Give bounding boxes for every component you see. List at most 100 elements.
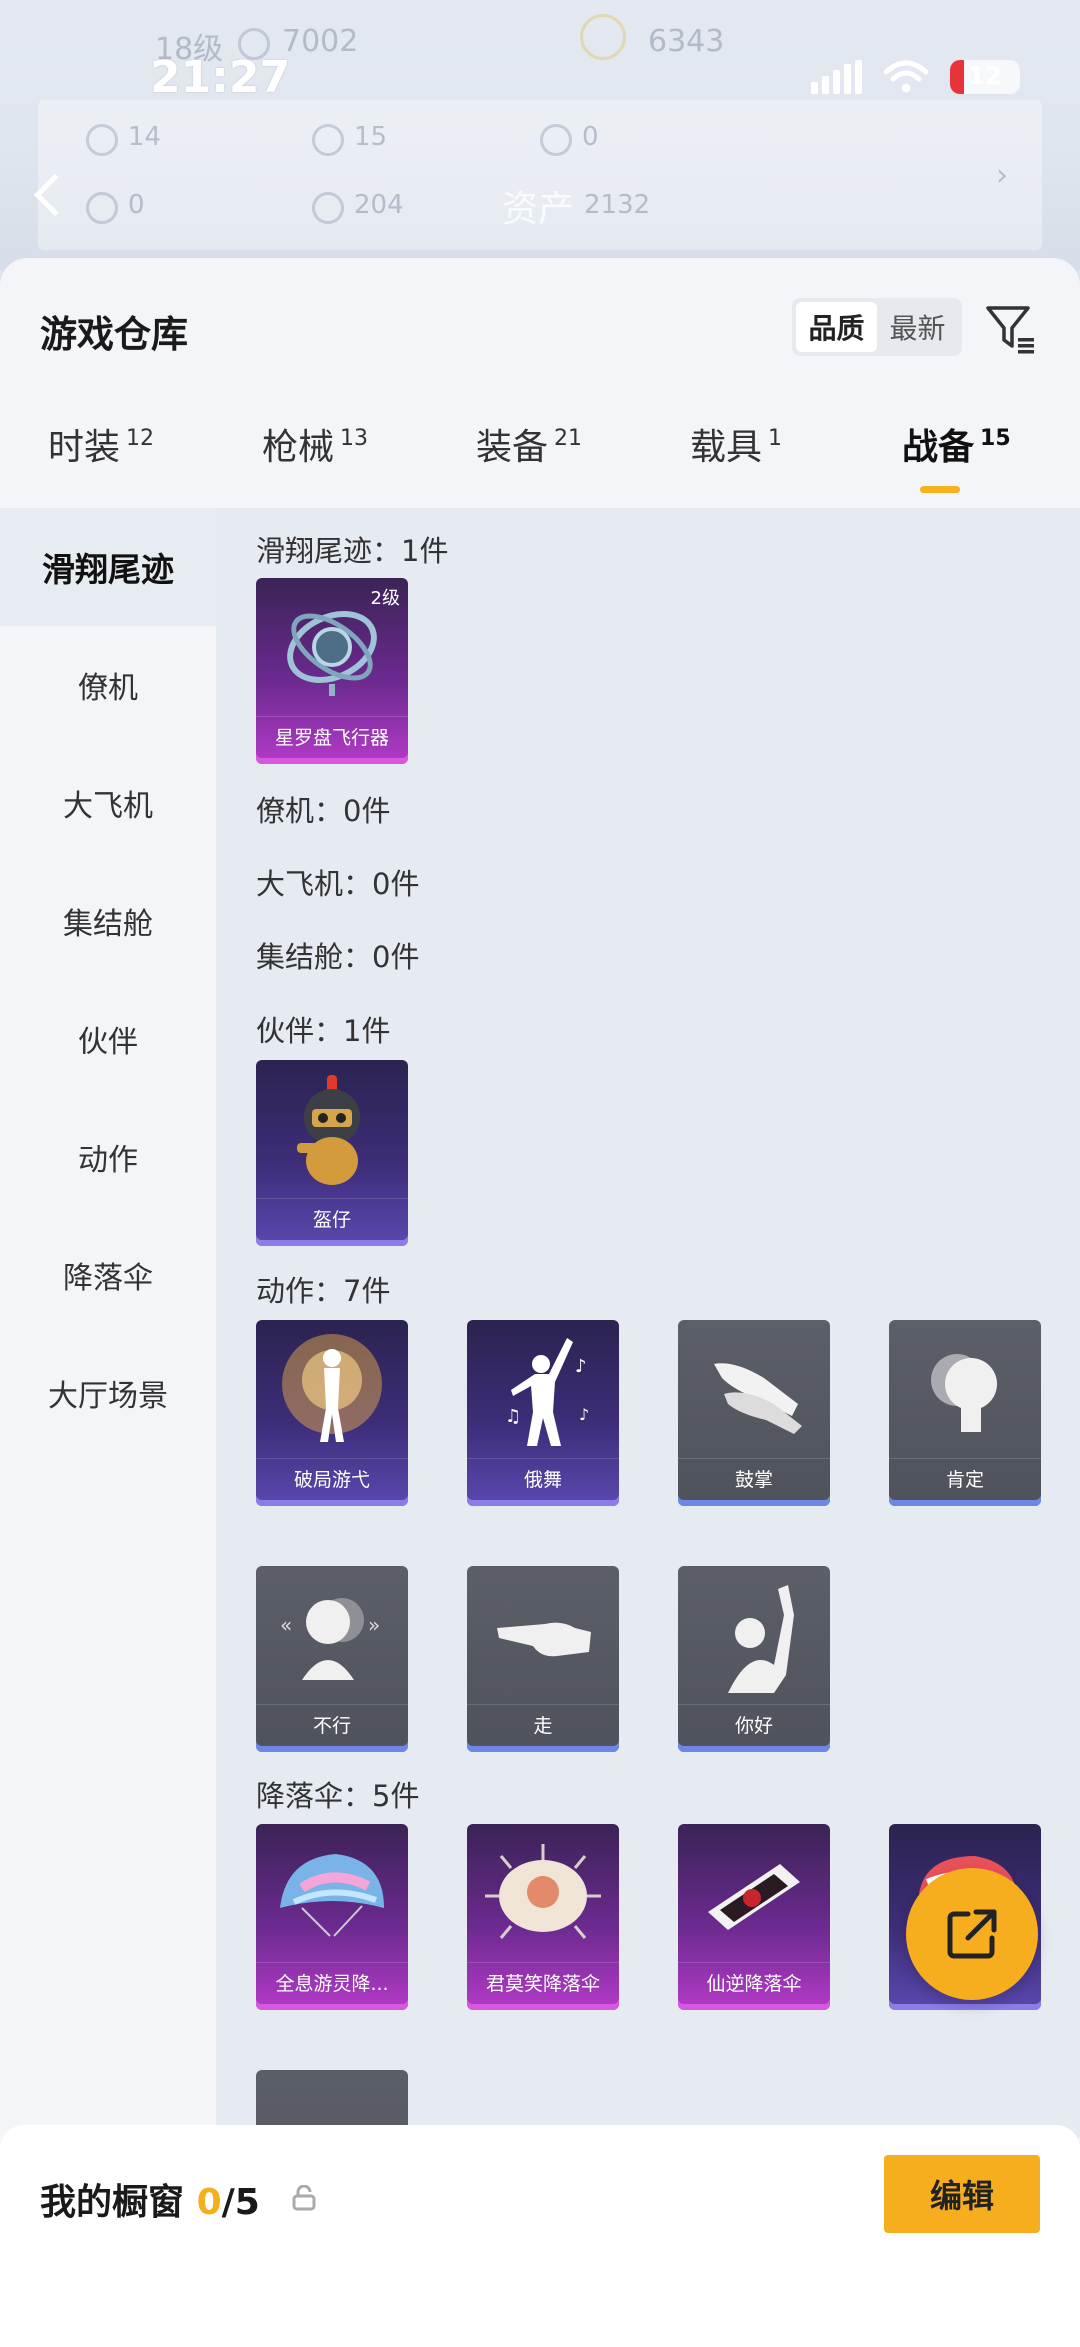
item-level: 2级: [370, 588, 400, 609]
item-name: 鼓掌: [678, 1458, 830, 1498]
item-card[interactable]: 鼓掌: [678, 1320, 830, 1506]
sort-newest-button[interactable]: 最新: [877, 302, 958, 352]
section-title-wingman: 僚机：0件: [256, 794, 391, 828]
stat-icon: [540, 124, 572, 156]
assets-value: 2132: [584, 190, 651, 220]
page-title: 游戏仓库: [40, 313, 188, 356]
svg-text:♪: ♪: [575, 1356, 587, 1377]
showcase-count-total: /5: [221, 2182, 260, 2223]
stat-value: 14: [128, 122, 162, 152]
golden-dancer-icon: [256, 1320, 408, 1458]
item-name: 仙逆降落伞: [678, 1962, 830, 2002]
sort-toggle: 品质 最新: [792, 298, 962, 356]
stat-icon: [312, 192, 344, 224]
flame-icon: [580, 14, 626, 60]
sort-quality-button[interactable]: 品质: [796, 302, 877, 352]
item-card[interactable]: 盔仔: [256, 1060, 408, 1246]
section-title-plane: 大飞机：0件: [256, 867, 420, 901]
wifi-icon: [884, 60, 928, 93]
stat-value: 204: [354, 190, 404, 220]
score-value: 6343: [648, 24, 725, 59]
item-name: 星罗盘飞行器: [256, 716, 408, 756]
item-name: 你好: [678, 1704, 830, 1744]
battery-icon: 12: [950, 60, 1020, 94]
sidebar-item-plane[interactable]: 大飞机: [0, 744, 216, 862]
signal-icon: [811, 60, 862, 94]
tab-weapons[interactable]: 枪械 13: [262, 418, 368, 470]
sidebar-item-lobby-scene[interactable]: 大厅场景: [0, 1334, 216, 1452]
item-name: 走: [467, 1704, 619, 1744]
coin-value: 7002: [282, 24, 359, 59]
stat-value: 0: [128, 190, 145, 220]
head-shake-icon: « »: [256, 1566, 408, 1704]
holographic-parachute-icon: [256, 1824, 408, 1962]
item-card[interactable]: 破局游弋: [256, 1320, 408, 1506]
item-name: 俄舞: [467, 1458, 619, 1498]
stat-icon: [86, 192, 118, 224]
external-link-icon: [947, 1909, 997, 1959]
item-card[interactable]: 仙逆降落伞: [678, 1824, 830, 2010]
section-title-pod: 集结舱：0件: [256, 940, 420, 974]
tab-equipment[interactable]: 装备 21: [476, 418, 582, 470]
item-name: 破局游弋: [256, 1458, 408, 1498]
stat-value: 15: [354, 122, 388, 152]
tab-vehicles[interactable]: 载具 1: [690, 418, 782, 470]
sidebar: 滑翔尾迹 僚机 大飞机 集结舱 伙伴 动作 降落伞 大厅场景: [0, 508, 216, 2138]
tab-battle-gear[interactable]: 战备 15: [902, 418, 1011, 470]
stat-icon: [86, 124, 118, 156]
spiked-parachute-icon: [467, 1824, 619, 1962]
showcase-count-current: 0: [196, 2182, 222, 2223]
clapping-hands-icon: [678, 1320, 830, 1458]
svg-text:»: »: [368, 1613, 380, 1637]
showcase-label: 我的橱窗 0/5: [40, 2182, 260, 2223]
section-title-emote: 动作：7件: [256, 1274, 391, 1308]
item-card[interactable]: ♪ ♫ ♪ 俄舞: [467, 1320, 619, 1506]
stat-icon: [312, 124, 344, 156]
sidebar-item-parachute[interactable]: 降落伞: [0, 1216, 216, 1334]
chevron-right-icon: ›: [996, 158, 1008, 193]
lock-icon: [292, 2185, 316, 2211]
item-card[interactable]: « » 不行: [256, 1566, 408, 1752]
item-name: 不行: [256, 1704, 408, 1744]
svg-text:♪: ♪: [579, 1405, 589, 1424]
filter-icon[interactable]: [984, 302, 1038, 356]
warehouse-sheet: 游戏仓库 品质 最新 时装 12 枪械 13 装备 21 载具 1 战备 15 滑翔尾迹 …: [0, 258, 1080, 2347]
sidebar-item-glide-trail[interactable]: 滑翔尾迹: [0, 508, 216, 626]
edit-button[interactable]: 编辑: [884, 2155, 1040, 2233]
status-time: 21:27: [150, 52, 291, 103]
item-name: 肯定: [889, 1458, 1041, 1498]
section-title-partner: 伙伴：1件: [256, 1014, 391, 1048]
sheet-header: 游戏仓库 品质 最新 时装 12 枪械 13 装备 21 载具 1 战备 15: [0, 258, 1080, 508]
helmet-chick-icon: [256, 1060, 408, 1198]
dark-parachute-icon: [678, 1824, 830, 1962]
item-name: 君莫笑降落伞: [467, 1962, 619, 2002]
item-card[interactable]: 肯定: [889, 1320, 1041, 1506]
item-card[interactable]: 2级 星罗盘飞行器: [256, 578, 408, 764]
svg-text:«: «: [280, 1613, 292, 1637]
item-name: 全息游灵降...: [256, 1962, 408, 2002]
sidebar-item-wingman[interactable]: 僚机: [0, 626, 216, 744]
background-header: 18级 7002 6343 14 15 0 0 204 资产 2132 › 21…: [0, 0, 1080, 270]
category-tabs: 时装 12 枪械 13 装备 21 载具 1 战备 15: [0, 418, 1080, 508]
nodding-head-icon: [889, 1320, 1041, 1458]
dancer-music-icon: ♪ ♫ ♪: [467, 1320, 619, 1458]
item-name: 盔仔: [256, 1198, 408, 1238]
status-icons: 12: [811, 60, 1020, 94]
item-card[interactable]: 君莫笑降落伞: [467, 1824, 619, 2010]
item-card[interactable]: 全息游灵降...: [256, 1824, 408, 2010]
waving-person-icon: [678, 1566, 830, 1704]
item-card[interactable]: 走: [467, 1566, 619, 1752]
section-title-glide: 滑翔尾迹：1件: [256, 534, 449, 568]
svg-text:♫: ♫: [505, 1406, 521, 1427]
tab-fashion[interactable]: 时装 12: [48, 418, 154, 470]
active-tab-indicator: [920, 486, 960, 493]
sidebar-item-partner[interactable]: 伙伴: [0, 980, 216, 1098]
sidebar-item-pod[interactable]: 集结舱: [0, 862, 216, 980]
share-button[interactable]: [906, 1868, 1038, 2000]
sidebar-item-emote[interactable]: 动作: [0, 1098, 216, 1216]
stat-value: 0: [582, 122, 599, 152]
showcase-bar: 我的橱窗 0/5 编辑: [0, 2125, 1080, 2347]
battery-level: 12: [968, 62, 1002, 90]
item-card[interactable]: 你好: [678, 1566, 830, 1752]
section-title-parachute: 降落伞：5件: [256, 1779, 420, 1813]
